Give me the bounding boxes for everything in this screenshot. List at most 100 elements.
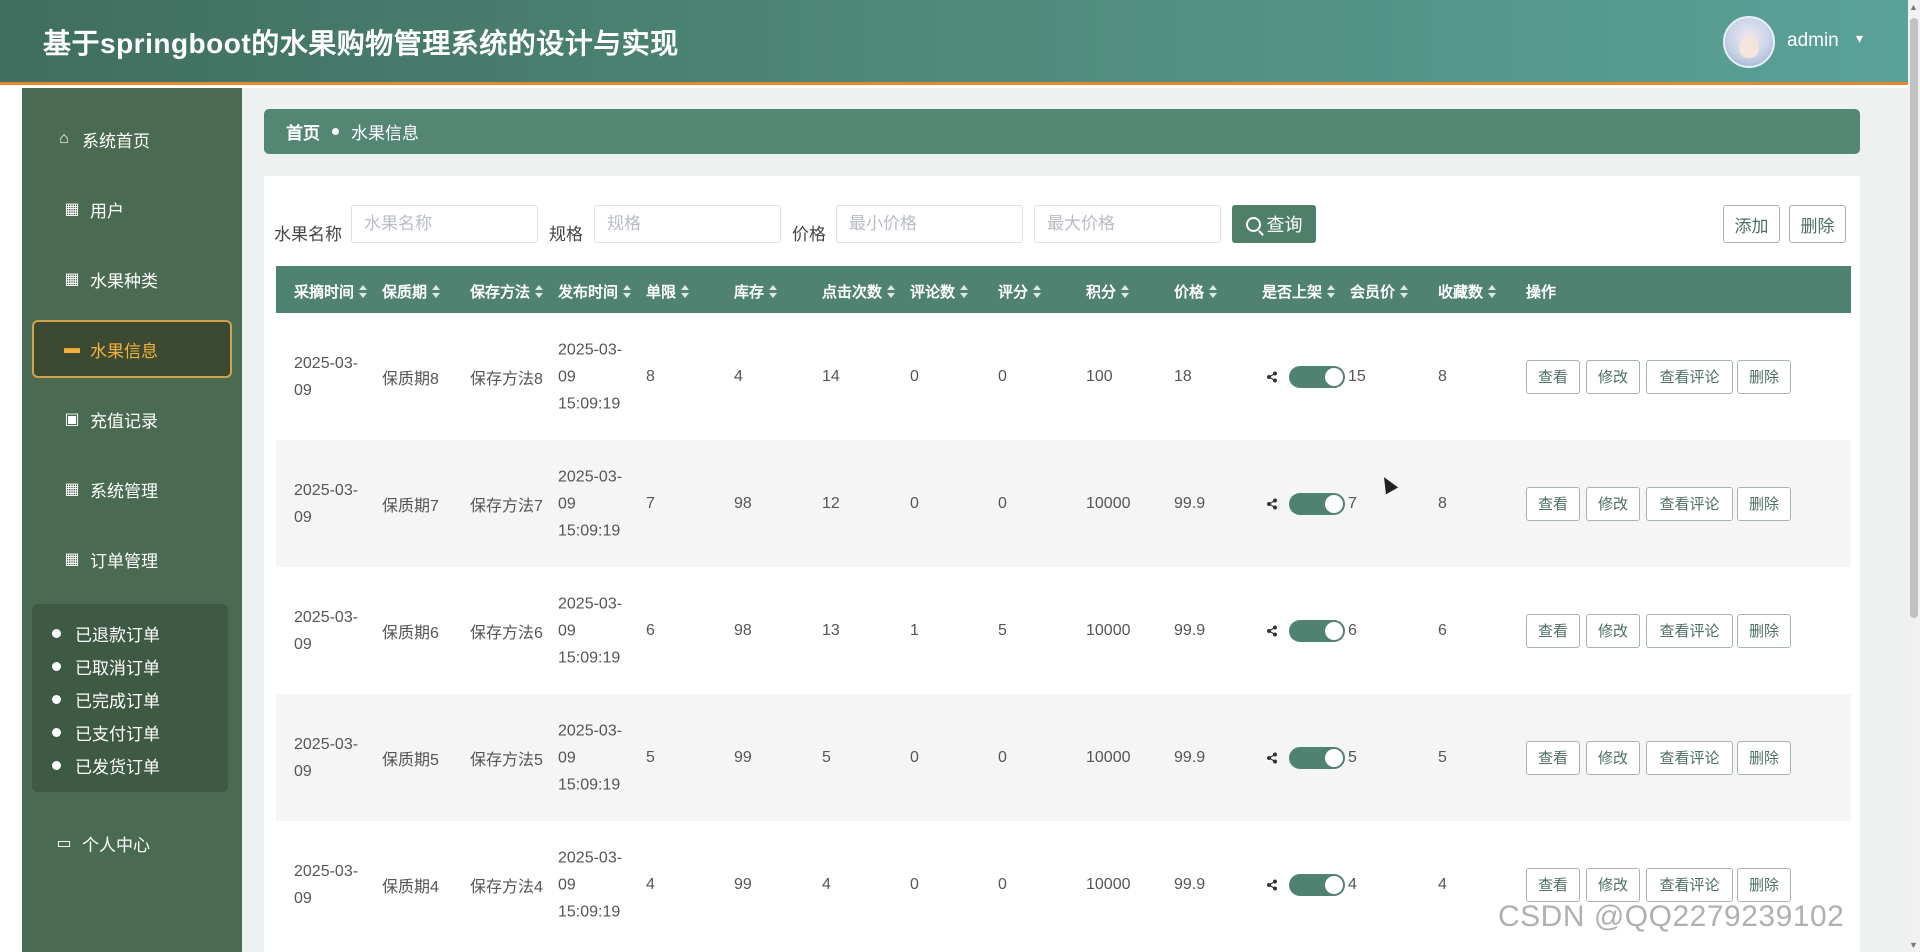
on-shelf-toggle[interactable] <box>1289 873 1345 896</box>
edit-button[interactable]: 修改 <box>1586 359 1640 394</box>
column-header[interactable]: 采摘时间 <box>294 281 368 302</box>
column-header[interactable]: 点击次数 <box>822 281 896 302</box>
submenu-item-refunded[interactable]: 已退款订单 <box>52 621 160 646</box>
cell-stock: 98 <box>734 494 752 512</box>
view-comments-button[interactable]: 查看评论 <box>1646 867 1733 902</box>
cell-pick: 2025-03-09 <box>294 481 359 526</box>
fruit-name-input[interactable] <box>351 205 538 243</box>
user-name[interactable]: admin <box>1787 30 1839 52</box>
cell-stock: 99 <box>734 875 752 893</box>
sidebar-item-fruit-info[interactable]: ▬ 水果信息 <box>32 320 232 378</box>
submenu-item-shipped[interactable]: 已发货订单 <box>52 753 160 778</box>
sort-icon[interactable] <box>1488 285 1497 298</box>
on-shelf-toggle[interactable] <box>1289 492 1345 515</box>
column-header[interactable]: 是否上架 <box>1262 281 1336 302</box>
sidebar-item-personal[interactable]: ▭ 个人中心 <box>32 814 232 872</box>
on-shelf-toggle[interactable] <box>1289 746 1345 769</box>
scroll-down-icon[interactable]: ▼ <box>1909 940 1918 950</box>
column-header[interactable]: 价格 <box>1174 281 1218 302</box>
view-comments-button[interactable]: 查看评论 <box>1646 486 1733 521</box>
chevron-down-icon[interactable]: ▾ <box>1856 30 1863 47</box>
sort-icon[interactable] <box>1033 285 1042 298</box>
edit-button[interactable]: 修改 <box>1586 867 1640 902</box>
column-header[interactable]: 评分 <box>998 281 1042 302</box>
sort-icon[interactable] <box>769 285 778 298</box>
sort-icon[interactable] <box>960 285 969 298</box>
delete-row-button[interactable]: 删除 <box>1737 740 1791 775</box>
spec-input[interactable] <box>594 205 781 243</box>
view-button[interactable]: 查看 <box>1526 613 1580 648</box>
sort-icon[interactable] <box>1209 285 1218 298</box>
edit-button[interactable]: 修改 <box>1586 613 1640 648</box>
sidebar-item-fruit-category[interactable]: ▦ 水果种类 <box>32 250 232 308</box>
watermark: CSDN @QQ2279239102 <box>1498 900 1845 933</box>
sidebar-item-system[interactable]: ▦ 系统管理 <box>32 460 232 518</box>
view-comments-button[interactable]: 查看评论 <box>1646 613 1733 648</box>
delete-row-button[interactable]: 删除 <box>1737 867 1791 902</box>
submenu-item-paid[interactable]: 已支付订单 <box>52 720 160 745</box>
delete-button[interactable]: 删除 <box>1789 205 1846 243</box>
edit-button[interactable]: 修改 <box>1586 740 1640 775</box>
sort-icon[interactable] <box>1400 285 1409 298</box>
add-button[interactable]: 添加 <box>1723 205 1780 243</box>
column-header[interactable]: 库存 <box>734 281 778 302</box>
column-header[interactable]: 评论数 <box>910 281 969 302</box>
user-avatar[interactable] <box>1723 16 1775 68</box>
column-header[interactable]: 会员价 <box>1350 281 1409 302</box>
sort-icon[interactable] <box>1327 285 1336 298</box>
view-button[interactable]: 查看 <box>1526 867 1580 902</box>
sort-icon[interactable] <box>623 285 632 298</box>
fruit-name-label: 水果名称 <box>274 225 342 244</box>
query-button[interactable]: 查询 <box>1232 205 1316 243</box>
max-price-input[interactable] <box>1034 205 1221 243</box>
scroll-thumb[interactable] <box>1910 18 1918 618</box>
sort-icon[interactable] <box>681 285 690 298</box>
submenu-item-completed[interactable]: 已完成订单 <box>52 687 160 712</box>
table-body: 2025-03-09 保质期8 保存方法8 2025-03-09 15:09:19 8 4… <box>276 313 1851 948</box>
column-header[interactable]: 保存方法 <box>470 281 544 302</box>
sidebar-item-home[interactable]: ⌂ 系统首页 <box>32 110 232 168</box>
column-header[interactable]: 积分 <box>1086 281 1130 302</box>
cell-price: 18 <box>1174 367 1192 385</box>
view-comments-button[interactable]: 查看评论 <box>1646 740 1733 775</box>
column-header[interactable]: 发布时间 <box>558 281 632 302</box>
delete-row-button[interactable]: 删除 <box>1737 359 1791 394</box>
column-header[interactable]: 单限 <box>646 281 690 302</box>
sort-icon[interactable] <box>887 285 896 298</box>
cell-method: 保存方法4 <box>470 878 543 896</box>
sort-icon[interactable] <box>535 285 544 298</box>
column-header[interactable]: 收藏数 <box>1438 281 1497 302</box>
cell-score: 5 <box>998 621 1007 639</box>
submenu-label: 已支付订单 <box>75 725 160 744</box>
query-button-label: 查询 <box>1266 215 1303 235</box>
delete-row-button[interactable]: 删除 <box>1737 486 1791 521</box>
edit-button[interactable]: 修改 <box>1586 486 1640 521</box>
min-price-input[interactable] <box>836 205 1023 243</box>
on-shelf-toggle[interactable] <box>1289 365 1345 388</box>
cell-comments: 0 <box>910 875 919 893</box>
cell-points: 10000 <box>1086 875 1131 893</box>
sort-icon[interactable] <box>1121 285 1130 298</box>
sort-icon[interactable] <box>432 285 441 298</box>
sidebar-item-recharge[interactable]: ▣ 充值记录 <box>32 390 232 448</box>
column-header[interactable]: 保质期 <box>382 281 441 302</box>
scroll-up-icon[interactable]: ▲ <box>1909 2 1918 12</box>
sort-icon[interactable] <box>359 285 368 298</box>
briefcase-icon: ▬ <box>64 340 80 357</box>
sidebar-item-orders[interactable]: ▦ 订单管理 <box>32 530 232 588</box>
submenu-label: 已退款订单 <box>75 626 160 645</box>
cell-method: 保存方法7 <box>470 497 543 515</box>
on-shelf-toggle[interactable] <box>1289 619 1345 642</box>
view-button[interactable]: 查看 <box>1526 359 1580 394</box>
view-button[interactable]: 查看 <box>1526 486 1580 521</box>
submenu-item-cancelled[interactable]: 已取消订单 <box>52 654 160 679</box>
page-scrollbar[interactable]: ▲ ▼ <box>1908 0 1920 952</box>
breadcrumb-home[interactable]: 首页 <box>286 119 320 144</box>
cell-price: 99.9 <box>1174 748 1206 766</box>
view-button[interactable]: 查看 <box>1526 740 1580 775</box>
sidebar-item-users[interactable]: ▦ 用户 <box>32 180 232 238</box>
cell-member: 5 <box>1348 748 1357 766</box>
cell-price: 99.9 <box>1174 494 1206 512</box>
view-comments-button[interactable]: 查看评论 <box>1646 359 1733 394</box>
delete-row-button[interactable]: 删除 <box>1737 613 1791 648</box>
